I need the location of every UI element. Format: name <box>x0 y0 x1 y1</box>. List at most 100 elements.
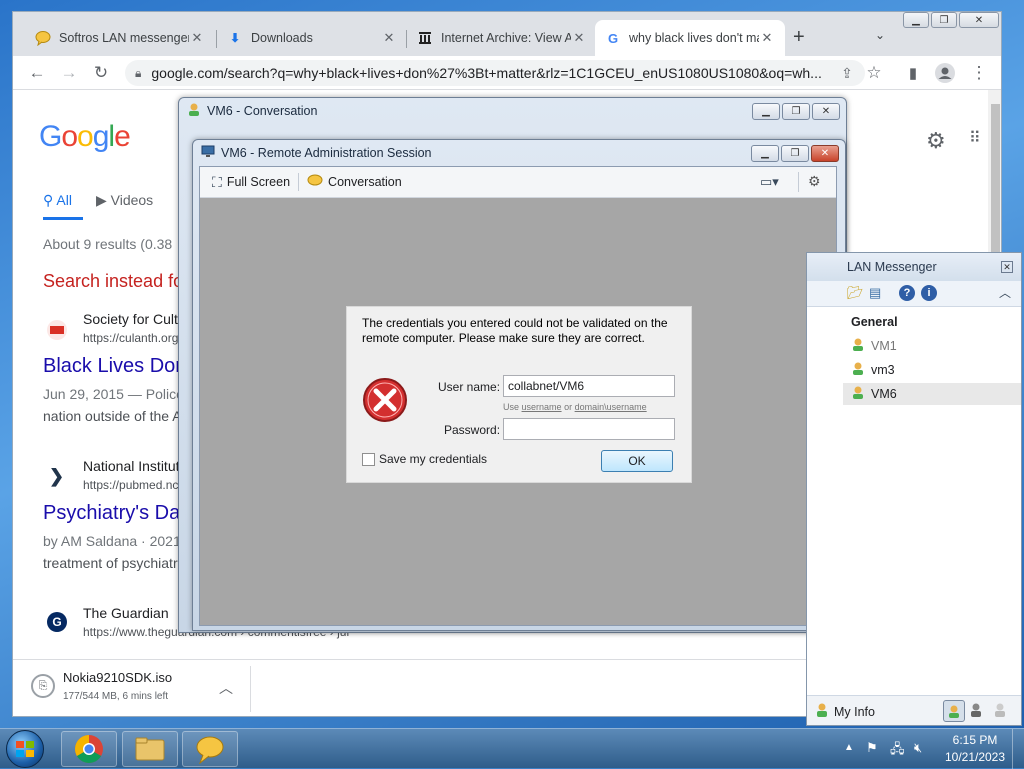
result-url: https://culanth.org <box>83 331 179 345</box>
chevron-up-icon[interactable]: ︿ <box>219 678 233 698</box>
result-title-link[interactable]: Black Lives Don <box>43 355 186 378</box>
contact-vm3[interactable]: vm3 <box>851 361 895 378</box>
action-center-flag-icon[interactable]: ⚑ <box>866 740 878 756</box>
minimize-button[interactable]: ▁ <box>751 145 779 162</box>
download-status: 177/544 MB, 6 mins left <box>63 691 169 702</box>
site-favicon: G <box>47 612 67 632</box>
browser-toolbar: ← → ↻ 🔒︎ google.com/search?q=why+black+l… <box>13 56 1001 90</box>
close-icon[interactable]: ✕ <box>189 30 205 46</box>
result-date: Jun 29, 2015 — Police <box>43 386 184 402</box>
tab-downloads[interactable]: ⬇ Downloads ✕ <box>217 20 407 56</box>
close-icon[interactable]: ✕ <box>381 30 397 46</box>
close-button[interactable]: ✕ <box>812 103 840 120</box>
archive-icon <box>417 30 433 46</box>
chevron-up-icon[interactable]: ︿ <box>999 284 1011 301</box>
help-icon[interactable]: ? <box>899 285 915 301</box>
remote-monitor-icon <box>201 144 215 161</box>
start-button[interactable] <box>6 730 44 768</box>
save-credentials-checkbox[interactable]: Save my credentials <box>362 452 487 466</box>
maximize-button[interactable]: ❐ <box>782 103 810 120</box>
search-instead-link[interactable]: Search instead fo <box>43 271 183 292</box>
network-icon[interactable]: 🖧︎ <box>890 740 905 762</box>
maximize-button[interactable]: ❐ <box>781 145 809 162</box>
speech-bubble-icon <box>307 174 323 191</box>
close-button[interactable]: ✕ <box>959 12 999 28</box>
contact-vm1[interactable]: VM1 <box>851 337 897 354</box>
tab-google-search[interactable]: G why black lives don't matter ✕ <box>595 20 785 56</box>
full-screen-button[interactable]: ⛶ Full Screen <box>212 174 290 191</box>
menu-kebab-icon[interactable]: ⋮ <box>963 57 995 89</box>
tab-all[interactable]: ⚲ All <box>43 192 72 209</box>
contact-vm6[interactable]: VM6 <box>851 385 897 402</box>
offline-status-button[interactable] <box>993 702 1007 721</box>
tab-search-chevron-icon[interactable]: ⌄ <box>875 28 885 42</box>
play-icon: ▶ <box>95 192 107 208</box>
volume-muted-icon[interactable]: 🔇︎ <box>914 740 922 756</box>
new-tab-button[interactable]: + <box>793 26 805 49</box>
profile-avatar-icon[interactable] <box>929 57 961 89</box>
close-icon[interactable]: ✕ <box>1001 261 1013 273</box>
username-field[interactable]: collabnet/VM6 <box>503 375 675 397</box>
conversation-button[interactable]: Conversation <box>307 174 402 191</box>
taskbar-chrome[interactable] <box>61 731 117 767</box>
forward-arrow-icon[interactable]: → <box>53 57 85 89</box>
tab-softros[interactable]: Softros LAN messenger ✕ <box>25 20 215 56</box>
bookmark-star-icon[interactable]: ☆ <box>858 57 890 89</box>
settings-gear-icon[interactable]: ⚙ <box>926 128 946 154</box>
result-url: https://pubmed.nc <box>83 478 179 492</box>
error-icon <box>362 377 408 426</box>
notes-icon[interactable]: ▤ <box>869 285 881 301</box>
username-hint: Use username or domain\username <box>503 402 647 412</box>
minimize-button[interactable]: ▁ <box>903 12 929 28</box>
window-controls: ▁ ❐ ✕ <box>903 12 999 28</box>
user-icon <box>851 385 865 402</box>
back-arrow-icon[interactable]: ← <box>21 57 53 89</box>
my-info-button[interactable]: My Info <box>815 702 875 721</box>
tab-title: Internet Archive: View Archive <box>441 31 571 45</box>
site-favicon: ❯ <box>49 466 65 486</box>
tab-internet-archive[interactable]: Internet Archive: View Archive ✕ <box>407 20 597 56</box>
tab-videos[interactable]: ▶ Videos <box>96 192 153 209</box>
chrome-logo-icon <box>75 735 103 763</box>
result-snippet: treatment of psychiatr <box>43 555 178 571</box>
download-filename[interactable]: Nokia9210SDK.iso <box>63 670 172 685</box>
user-icon <box>187 102 201 119</box>
reload-icon[interactable]: ↻ <box>85 57 117 89</box>
folder-icon[interactable]: 📂︎ <box>847 285 864 301</box>
address-bar[interactable]: 🔒︎ google.com/search?q=why+black+lives+d… <box>125 60 865 86</box>
windows-taskbar: ▲ ⚑ 🖧︎ 🔇︎ 6:15 PM 10/21/2023 <box>0 728 1024 769</box>
google-logo[interactable]: Google <box>39 120 131 154</box>
close-icon[interactable]: ✕ <box>571 30 587 46</box>
username-label: User name: <box>438 380 501 394</box>
remote-screen[interactable]: The credentials you entered could not be… <box>200 198 836 625</box>
maximize-button[interactable]: ❐ <box>931 12 957 28</box>
show-hidden-icons-arrow[interactable]: ▲ <box>844 742 854 753</box>
ok-button[interactable]: OK <box>601 450 673 472</box>
taskbar-lan-messenger[interactable] <box>182 731 238 767</box>
info-icon[interactable]: i <box>921 285 937 301</box>
online-status-button[interactable] <box>943 700 965 722</box>
side-panel-icon[interactable]: ▮ <box>897 57 929 89</box>
taskbar-explorer[interactable] <box>122 731 178 767</box>
close-icon[interactable]: ✕ <box>759 30 775 46</box>
away-status-button[interactable] <box>969 702 983 721</box>
session-frame: ⛶ Full Screen Conversation ▭▾ ⚙ The cred… <box>199 166 837 626</box>
result-title-link[interactable]: Psychiatry's Da <box>43 502 180 525</box>
display-options-icon[interactable]: ▭▾ <box>760 174 779 190</box>
user-icon <box>815 702 829 721</box>
clock-date[interactable]: 10/21/2023 <box>940 750 1010 764</box>
clock-time[interactable]: 6:15 PM <box>944 733 1006 747</box>
password-label: Password: <box>444 423 501 437</box>
group-label: General <box>851 315 898 329</box>
contact-list: General VM1 vm3 VM6 <box>807 307 1021 695</box>
tab-title: Softros LAN messenger <box>59 31 189 45</box>
messenger-toolbar: 📂︎ ▤ ? i ︿ <box>807 281 1021 307</box>
password-field[interactable] <box>503 418 675 440</box>
show-desktop-button[interactable] <box>1012 729 1024 769</box>
close-button[interactable]: ✕ <box>811 145 839 162</box>
tab-title: Downloads <box>251 31 313 45</box>
settings-gear-icon[interactable]: ⚙ <box>808 173 821 190</box>
apps-grid-icon[interactable]: ⠿ <box>969 128 981 148</box>
minimize-button[interactable]: ▁ <box>752 103 780 120</box>
window-title: LAN Messenger <box>807 253 1021 281</box>
